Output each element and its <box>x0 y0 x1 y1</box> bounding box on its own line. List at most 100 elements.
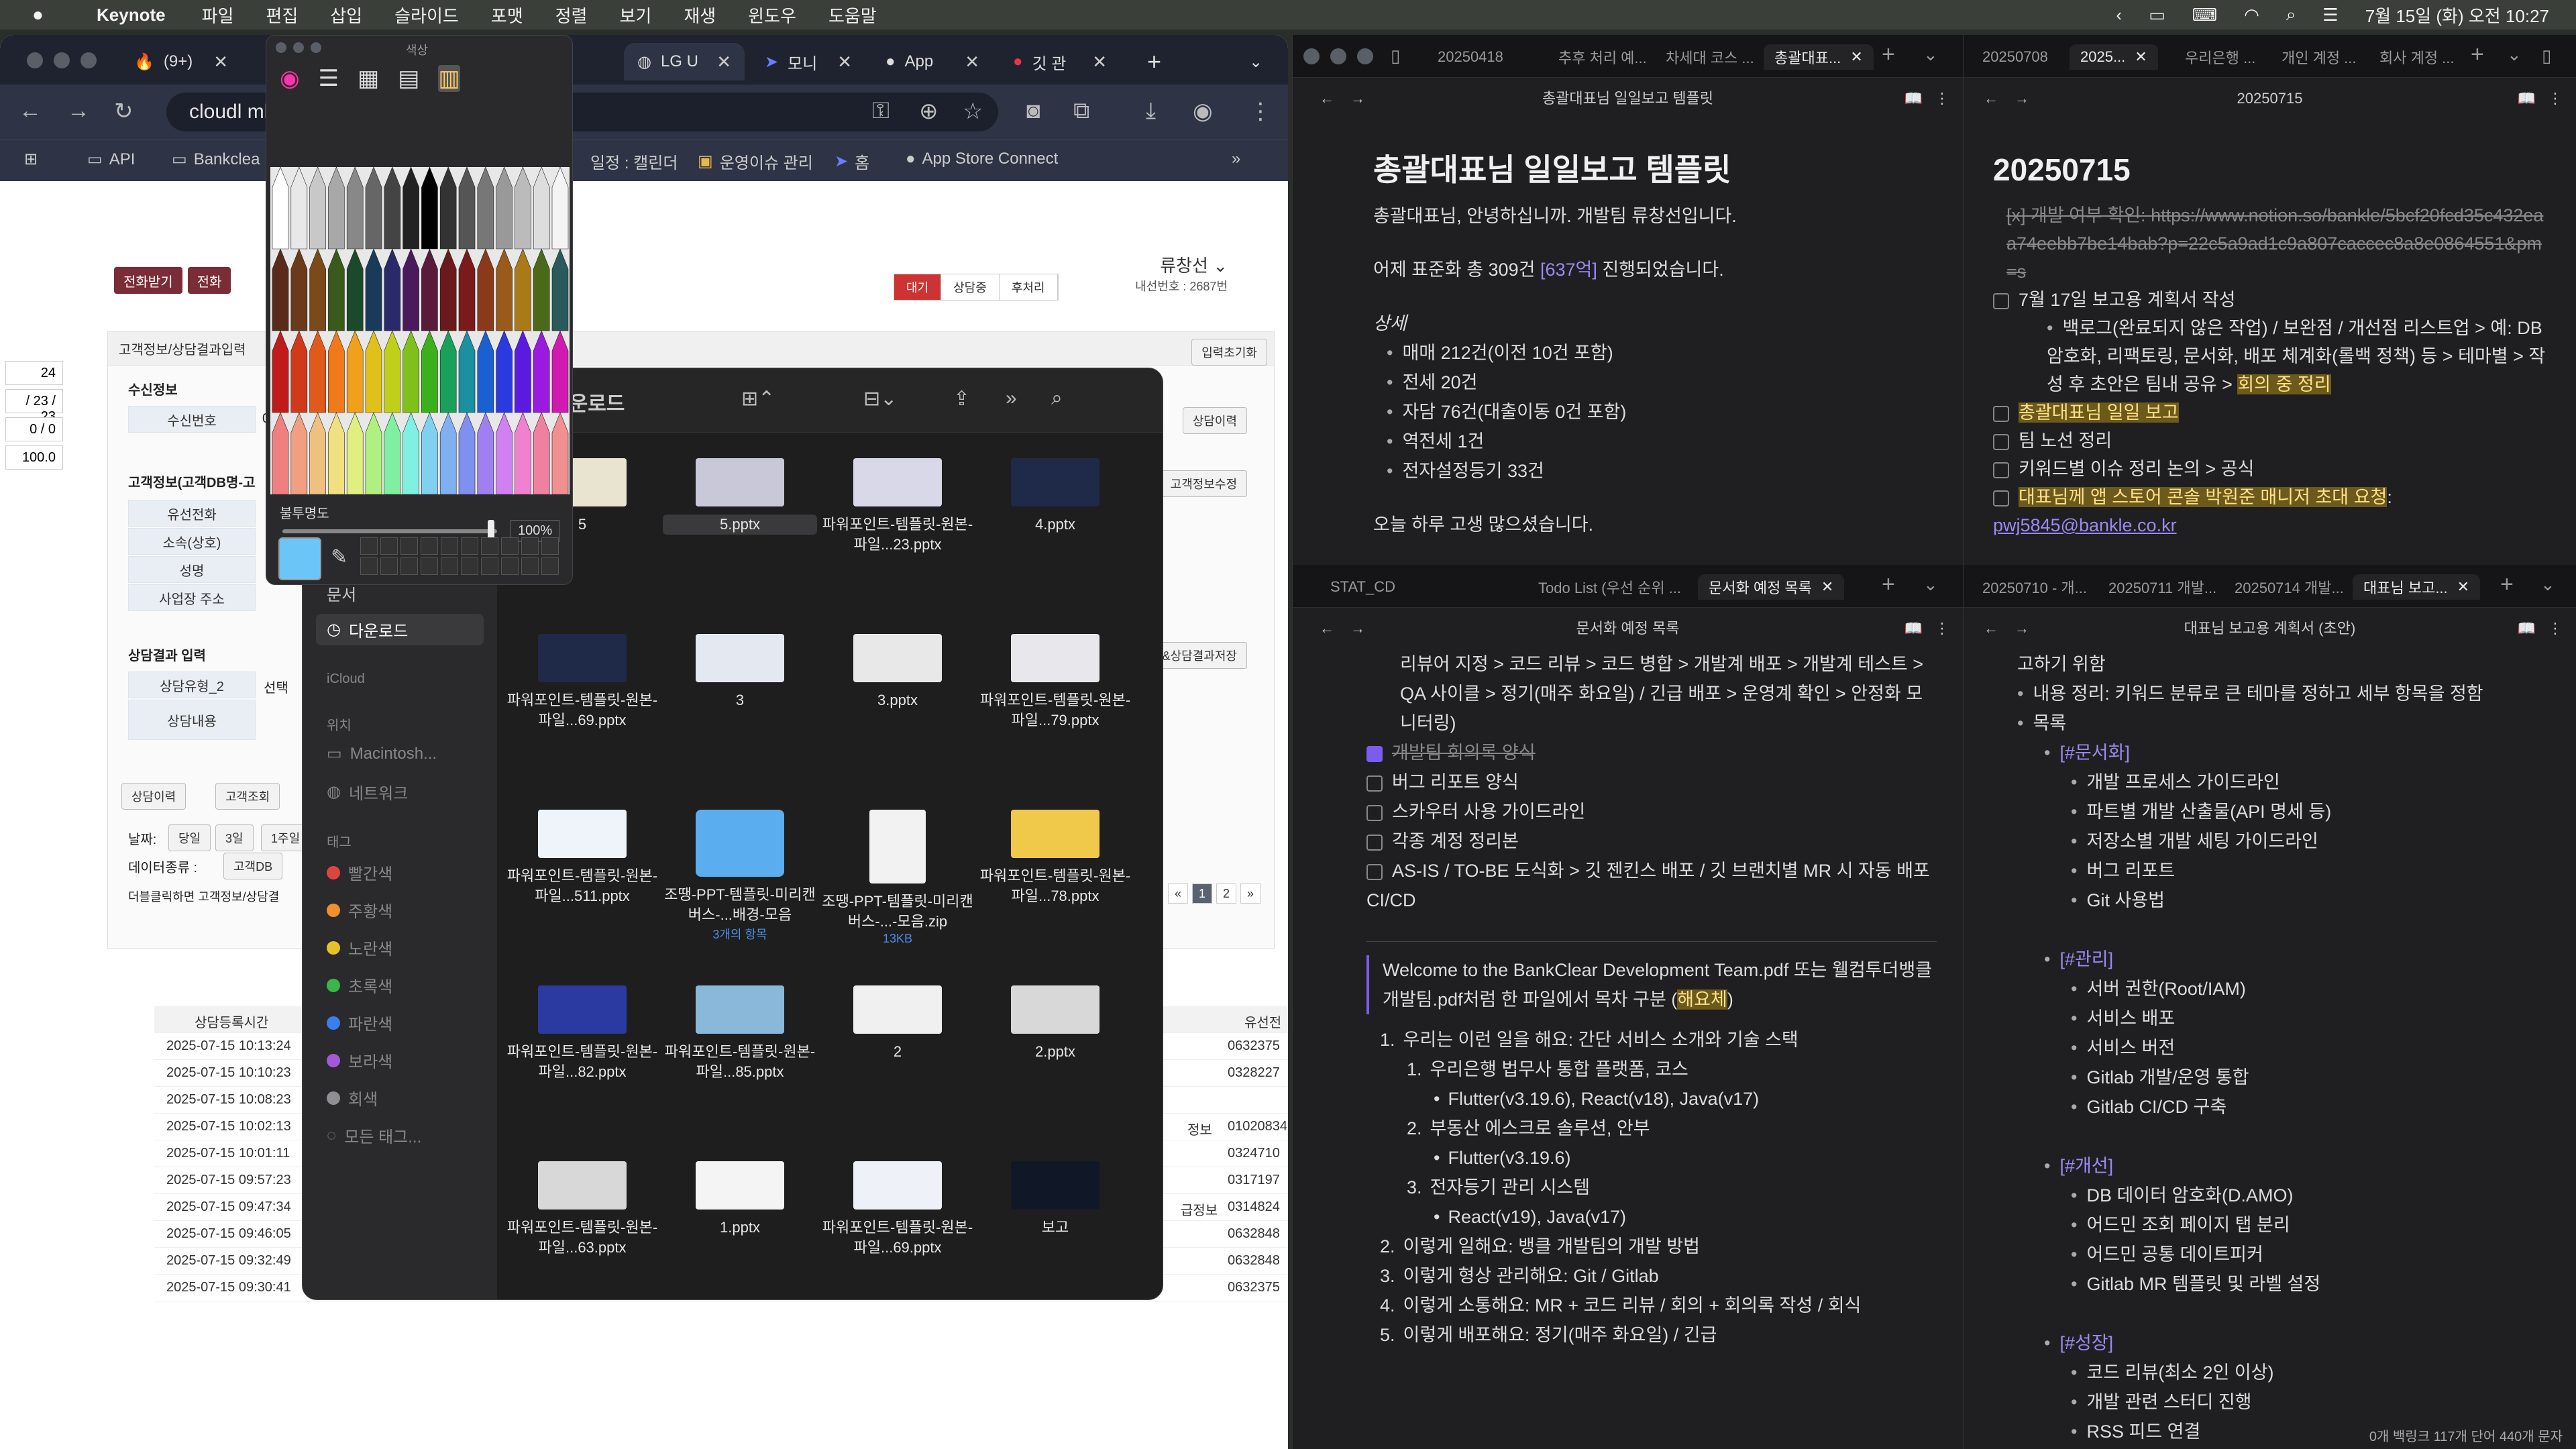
key-icon[interactable]: ⚿ <box>872 98 890 124</box>
empty-swatch[interactable] <box>541 557 559 575</box>
answer-call-button[interactable]: 전화받기 <box>114 267 182 294</box>
empty-swatch[interactable] <box>380 557 398 575</box>
note-content[interactable]: 고하기 위함내용 정리: 키워드 분류로 큰 테마를 정하고 세부 항목을 정함… <box>2004 649 2554 1446</box>
search-icon[interactable]: ⌕ <box>2286 4 2296 25</box>
close-icon[interactable]: ✕ <box>2457 578 2469 596</box>
file-item[interactable]: 3.pptx <box>820 634 975 710</box>
close-icon[interactable]: ✕ <box>1821 578 1833 596</box>
file-item[interactable]: 파워포인트-템플릿-원본-파일...511.pptx <box>505 810 659 906</box>
note-tab[interactable]: 우리은행 ... <box>2174 44 2266 70</box>
wifi-icon[interactable]: ◠ <box>2244 5 2259 25</box>
file-item[interactable]: 파워포인트-템플릿-원본-파일...79.pptx <box>978 634 1132 731</box>
forward-icon[interactable]: → <box>67 98 90 124</box>
tab-cust-search[interactable]: 고객조회 <box>215 783 280 810</box>
search-icon[interactable]: ⌕ <box>1051 387 1063 410</box>
empty-swatch[interactable] <box>441 537 458 555</box>
note-tab[interactable]: 추후 처리 예... <box>1548 44 1658 70</box>
forward-icon[interactable]: → <box>2015 608 2029 649</box>
bookmark[interactable]: ● App Store Connect <box>906 150 1058 168</box>
color-wheel-icon[interactable]: ◉ <box>280 65 300 92</box>
tag-purple[interactable]: 보라색 <box>327 1049 392 1072</box>
consult-history-button[interactable]: 상담이력 <box>1182 407 1247 434</box>
image-palette-icon[interactable]: ▤ <box>398 65 419 92</box>
menu-format[interactable]: 포맷 <box>491 3 523 28</box>
note-tab[interactable]: 개인 계정 ... <box>2271 44 2367 70</box>
more-icon[interactable]: » <box>1006 387 1017 410</box>
note-content[interactable]: 리뷰어 지정 > 코드 리뷰 > 코드 병합 > 개발계 배포 > 개발계 테스… <box>1366 649 1937 1350</box>
tab-consult-history[interactable]: 상담이력 <box>121 783 186 810</box>
menu-window[interactable]: 윈도우 <box>748 3 796 28</box>
empty-swatch[interactable] <box>360 557 378 575</box>
file-item[interactable]: 2.pptx <box>978 985 1132 1062</box>
note-tab-active[interactable]: 문서화 예정 목록 ✕ <box>1698 574 1845 600</box>
date-3days[interactable]: 3일 <box>215 824 254 851</box>
empty-swatch[interactable] <box>521 557 539 575</box>
forward-icon[interactable]: → <box>2015 78 2029 119</box>
note-tab[interactable]: Todo List (우선 순위 ... <box>1527 574 1692 600</box>
tag-gray[interactable]: 회색 <box>327 1086 378 1110</box>
tag-yellow[interactable]: 노란색 <box>327 936 392 959</box>
bookmark-folder[interactable]: ▭ API <box>87 150 135 169</box>
apps-icon[interactable]: ⊞ <box>24 150 38 169</box>
note-content[interactable]: 총괄대표님 일일보고 템플릿 총괄대표님, 안녕하십니까. 개발팀 류창선입니다… <box>1373 146 1937 539</box>
menu-app-name[interactable]: Keynote <box>97 5 166 25</box>
palette-icon[interactable]: ▦ <box>358 65 379 92</box>
checkbox[interactable] <box>1993 462 2009 478</box>
close-icon[interactable]: ✕ <box>2135 48 2147 66</box>
todo-item[interactable]: 스카우터 사용 가이드라인 <box>1366 797 1937 826</box>
dtype-select[interactable]: 고객DB <box>223 853 283 879</box>
checkbox[interactable] <box>1993 292 2009 309</box>
checkbox[interactable] <box>1366 834 1383 851</box>
book-icon[interactable]: 📖 <box>2518 78 2536 119</box>
call-button[interactable]: 전화 <box>187 267 231 294</box>
sidebar-toggle-icon[interactable]: ▯ <box>2542 46 2551 66</box>
new-tab-button[interactable]: + <box>2500 572 2514 598</box>
bookmark-folder[interactable]: ▭ Bankclea <box>172 150 260 169</box>
page-last[interactable]: » <box>1240 883 1260 904</box>
zoom-button[interactable] <box>311 42 321 53</box>
more-icon[interactable]: ⋮ <box>2548 608 2563 649</box>
browser-tab[interactable]: ➤ 모니 ✕ <box>751 43 865 80</box>
current-color-well[interactable] <box>278 537 321 580</box>
close-icon[interactable]: ✕ <box>716 52 731 72</box>
todo-item[interactable]: 키워드별 이슈 정리 논의 > 공식 <box>1993 455 2550 483</box>
empty-swatch[interactable] <box>481 557 498 575</box>
status-after[interactable]: 후처리 <box>1000 274 1058 300</box>
todo-item[interactable]: 개발팀 회의록 양식 <box>1366 738 1937 767</box>
new-tab-button[interactable]: + <box>1882 42 1895 68</box>
chevron-down-icon[interactable]: ⌄ <box>1923 574 1938 595</box>
pencil-grid[interactable] <box>270 167 570 494</box>
close-icon[interactable]: ✕ <box>1092 52 1107 72</box>
profile-icon[interactable]: ◉ <box>1193 98 1213 125</box>
note-tab-active[interactable]: 대표님 보고... ✕ <box>2353 574 2481 600</box>
status-busy[interactable]: 상담중 <box>941 274 1000 300</box>
file-item[interactable]: 2 <box>820 985 975 1062</box>
file-item[interactable]: 5.pptx <box>663 458 817 535</box>
chevron-right-icon[interactable]: » <box>1232 150 1240 168</box>
chevron-down-icon[interactable]: ⌄ <box>2507 44 2522 65</box>
back-icon[interactable]: ← <box>1320 608 1334 649</box>
date-today[interactable]: 당일 <box>168 824 211 851</box>
type-select[interactable]: 선택 <box>264 677 288 696</box>
close-button[interactable] <box>1303 48 1320 64</box>
note-tab-active[interactable]: 2025... ✕ <box>2070 44 2158 70</box>
chevron-down-icon[interactable]: ⌄ <box>1236 43 1276 80</box>
file-item[interactable]: 3 <box>663 634 817 710</box>
note-tab[interactable]: 회사 계정 ... <box>2369 44 2465 70</box>
file-item[interactable]: 1.pptx <box>663 1161 817 1238</box>
zoom-icon[interactable]: ⊕ <box>919 98 938 125</box>
browser-tab[interactable]: ◍ LG U ✕ <box>624 43 745 80</box>
sidebar-toggle-icon[interactable]: ▯ <box>1391 46 1400 66</box>
file-item[interactable]: 파워포인트-템플릿-원본-파일...82.pptx <box>505 985 659 1082</box>
sidebar-item-network[interactable]: ◍ 네트워크 <box>327 780 408 804</box>
more-icon[interactable]: ⋮ <box>1249 98 1272 125</box>
page-2[interactable]: 2 <box>1216 883 1236 904</box>
reload-icon[interactable]: ↻ <box>114 98 133 125</box>
back-icon[interactable]: ← <box>1984 78 1998 119</box>
tag-all[interactable]: ◌ 모든 태그... <box>327 1124 421 1147</box>
pencils-icon[interactable]: ▥ <box>438 65 460 92</box>
opacity-slider[interactable] <box>282 529 497 533</box>
note-tab[interactable]: STAT_CD <box>1320 574 1406 600</box>
file-item[interactable]: 보고 <box>978 1161 1132 1238</box>
control-center-icon[interactable]: ☰ <box>2322 5 2338 25</box>
